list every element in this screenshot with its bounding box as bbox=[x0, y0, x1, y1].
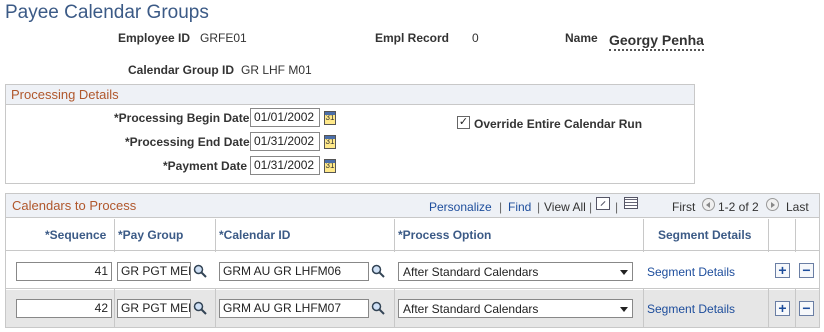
empl-record-label: Empl Record bbox=[375, 31, 450, 45]
employee-id-label: Employee ID bbox=[118, 31, 191, 45]
download-grid-icon[interactable] bbox=[624, 197, 638, 209]
zoom-icon[interactable] bbox=[596, 197, 610, 210]
pay-group-input[interactable]: GR PGT MEN bbox=[117, 262, 191, 281]
search-icon[interactable] bbox=[193, 301, 207, 315]
override-label: Override Entire Calendar Run bbox=[474, 117, 643, 131]
personalize-link[interactable]: Personalize bbox=[429, 200, 492, 214]
first-label[interactable]: First bbox=[672, 200, 695, 214]
employee-id-value: GRFE01 bbox=[200, 31, 247, 45]
employee-name[interactable]: Georgy Penha bbox=[609, 32, 704, 51]
prev-arrow-icon[interactable] bbox=[702, 198, 715, 211]
page-title: Payee Calendar Groups bbox=[5, 2, 209, 23]
minus-icon[interactable]: − bbox=[799, 263, 814, 278]
begin-date-label: *Processing Begin Date bbox=[114, 111, 250, 125]
last-label[interactable]: Last bbox=[786, 200, 809, 214]
col-sequence[interactable]: *Sequence bbox=[45, 228, 106, 242]
segment-details-link[interactable]: Segment Details bbox=[647, 302, 735, 316]
search-icon[interactable] bbox=[193, 264, 207, 278]
calendar-group-label: Calendar Group ID bbox=[128, 63, 235, 77]
calendar-icon[interactable]: 31 bbox=[324, 111, 336, 125]
minus-icon[interactable]: − bbox=[799, 301, 814, 316]
calendar-icon[interactable]: 31 bbox=[324, 135, 336, 149]
end-date-input[interactable]: 01/31/2002 bbox=[250, 132, 320, 151]
process-option-select[interactable]: After Standard Calendars bbox=[398, 299, 633, 318]
toolbar-separator: | bbox=[589, 200, 593, 214]
calendars-grid-title: Calendars to Process bbox=[12, 198, 137, 213]
calendar-id-input[interactable]: GRM AU GR LHFM06 bbox=[219, 262, 369, 281]
range-label: 1-2 of 2 bbox=[718, 200, 759, 214]
name-label: Name bbox=[565, 31, 598, 45]
calendar-id-input[interactable]: GRM AU GR LHFM07 bbox=[219, 299, 369, 318]
end-date-label: *Processing End Date bbox=[125, 135, 250, 149]
empl-record-value: 0 bbox=[472, 31, 479, 45]
segment-details-link[interactable]: Segment Details bbox=[647, 265, 735, 279]
col-pay-group[interactable]: *Pay Group bbox=[118, 228, 183, 242]
processing-details-header: Processing Details bbox=[6, 85, 694, 105]
col-calendar-id[interactable]: *Calendar ID bbox=[219, 228, 290, 242]
search-icon[interactable] bbox=[371, 264, 385, 278]
plus-icon[interactable]: + bbox=[775, 301, 790, 316]
pay-group-input[interactable]: GR PGT MEN bbox=[117, 299, 191, 318]
calendar-icon[interactable]: 31 bbox=[324, 159, 336, 173]
begin-date-input[interactable]: 01/01/2002 bbox=[250, 108, 320, 127]
plus-icon[interactable]: + bbox=[775, 263, 790, 278]
next-arrow-icon[interactable] bbox=[766, 198, 779, 211]
search-icon[interactable] bbox=[371, 301, 385, 315]
toolbar-separator: | bbox=[615, 200, 619, 214]
sequence-input[interactable]: 41 bbox=[16, 262, 112, 281]
processing-details-group: Processing Details bbox=[5, 84, 695, 184]
find-link[interactable]: Find bbox=[508, 200, 531, 214]
view-all-link[interactable]: View All bbox=[544, 200, 586, 214]
col-segment-details: Segment Details bbox=[658, 228, 752, 242]
toolbar-separator: | bbox=[499, 200, 503, 214]
process-option-select[interactable]: After Standard Calendars bbox=[398, 262, 633, 281]
col-process-option[interactable]: *Process Option bbox=[398, 228, 491, 242]
override-checkbox[interactable]: ✓ bbox=[457, 116, 470, 129]
payment-date-label: *Payment Date bbox=[163, 159, 248, 173]
toolbar-separator: | bbox=[537, 200, 541, 214]
sequence-input[interactable]: 42 bbox=[16, 299, 112, 318]
calendar-group-value: GR LHF M01 bbox=[241, 63, 312, 77]
payment-date-input[interactable]: 01/31/2002 bbox=[250, 156, 320, 175]
